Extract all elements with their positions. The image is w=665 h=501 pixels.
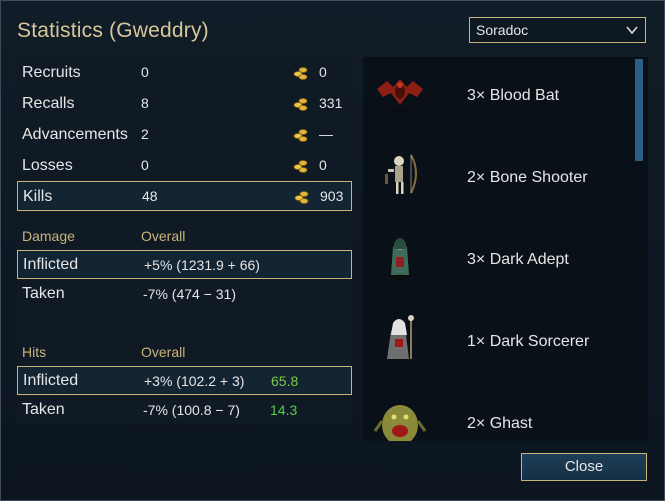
gold-coins-icon [293, 98, 308, 111]
row-gold: 0 [319, 64, 327, 80]
row-value: 8 [141, 95, 149, 111]
summary-row-advancements: Advancements 2 — [17, 120, 352, 150]
list-item: 1× Dark Sorcerer [363, 303, 633, 385]
row-value: +3% (102.2 + 3) [144, 373, 245, 389]
hits-inflicted-row: Inflicted +3% (102.2 + 3) 65.8 [17, 366, 352, 395]
list-item: 3× Blood Bat [363, 57, 633, 139]
ghast-sprite [373, 405, 427, 441]
row-gold: — [319, 126, 333, 142]
row-gold: 331 [319, 95, 343, 111]
units-list[interactable]: 3× Blood Bat 2× Bone Shooter 3× Dark Ade… [363, 57, 648, 441]
list-item: 3× Dark Adept [363, 221, 633, 303]
row-value: +5% (1231.9 + 66) [144, 257, 260, 273]
row-label: Recruits [22, 64, 81, 81]
row-percentage: 65.8 [271, 373, 299, 389]
list-item: 2× Bone Shooter [363, 139, 633, 221]
row-value: 0 [141, 64, 149, 80]
statistics-dialog: Statistics (Gweddry) Soradoc Recruits 0 … [0, 0, 665, 501]
row-label: Recalls [22, 95, 75, 112]
row-gold: 0 [319, 157, 327, 173]
row-label: Kills [23, 188, 53, 205]
row-label: Advancements [22, 126, 128, 143]
gold-coins-icon [293, 67, 308, 80]
summary-row-recalls: Recalls 8 331 [17, 89, 352, 119]
damage-header-column: Overall [141, 228, 186, 244]
row-label: Losses [22, 157, 73, 174]
list-item: 2× Ghast [363, 385, 633, 441]
close-button[interactable]: Close [521, 453, 647, 481]
chevron-down-icon [626, 26, 638, 35]
row-value: 0 [141, 157, 149, 173]
row-percentage: 14.3 [270, 402, 298, 418]
damage-taken-row: Taken -7% (474 − 31) [17, 280, 352, 309]
hits-header-label: Hits [22, 344, 47, 360]
unit-name: 1× Dark Sorcerer [467, 333, 590, 350]
row-label: Inflicted [23, 372, 79, 389]
damage-inflicted-row: Inflicted +5% (1231.9 + 66) [17, 250, 352, 279]
units-scrollbar[interactable] [635, 59, 643, 161]
hits-taken-row: Taken -7% (100.8 − 7) 14.3 [17, 396, 352, 425]
dark-adept-sprite [390, 238, 410, 280]
side-select-value: Soradoc [476, 22, 529, 38]
row-value: -7% (474 − 31) [143, 286, 236, 302]
side-select[interactable]: Soradoc [469, 17, 646, 43]
dark-sorcerer-sprite [387, 315, 414, 359]
gold-coins-icon [293, 160, 308, 173]
row-label: Inflicted [23, 256, 79, 273]
blood-bat-sprite [377, 79, 423, 114]
row-value: 48 [142, 188, 158, 204]
summary-row-kills: Kills 48 903 [17, 181, 352, 211]
row-value: 2 [141, 126, 149, 142]
gold-coins-icon [293, 129, 308, 142]
dialog-title: Statistics (Gweddry) [17, 19, 209, 42]
bone-shooter-sprite [385, 154, 417, 194]
summary-row-recruits: Recruits 0 0 [17, 58, 352, 88]
row-gold: 903 [320, 188, 344, 204]
gold-coins-icon [294, 191, 309, 204]
row-label: Taken [22, 401, 65, 418]
row-label: Taken [22, 285, 65, 302]
unit-name: 2× Ghast [467, 415, 533, 432]
damage-header-label: Damage [22, 228, 75, 244]
row-value: -7% (100.8 − 7) [143, 402, 240, 418]
hits-header-column: Overall [141, 344, 186, 360]
unit-name: 3× Blood Bat [467, 87, 560, 104]
summary-row-losses: Losses 0 0 [17, 151, 352, 181]
unit-name: 3× Dark Adept [467, 251, 569, 268]
unit-name: 2× Bone Shooter [467, 169, 588, 186]
